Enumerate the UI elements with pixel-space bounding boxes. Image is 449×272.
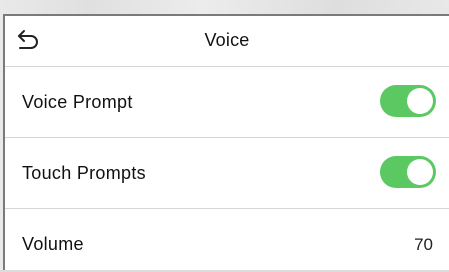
touch-prompts-row[interactable]: Touch Prompts	[5, 137, 449, 209]
device-frame: Voice Voice Prompt Touch Prompts Volume …	[0, 0, 449, 270]
page-title: Voice	[204, 30, 250, 50]
voice-settings-screen: Voice Voice Prompt Touch Prompts Volume …	[3, 14, 449, 270]
volume-value: 70	[414, 235, 433, 254]
header-bar: Voice	[5, 16, 449, 67]
toggle-knob	[407, 88, 433, 114]
volume-label: Volume	[22, 234, 84, 254]
toggle-knob	[407, 159, 433, 185]
voice-prompt-row[interactable]: Voice Prompt	[5, 66, 449, 138]
volume-row[interactable]: Volume 70	[5, 208, 449, 272]
touch-prompts-label: Touch Prompts	[22, 163, 146, 183]
voice-prompt-label: Voice Prompt	[22, 92, 133, 112]
voice-prompt-toggle[interactable]	[380, 85, 436, 117]
touch-prompts-toggle[interactable]	[380, 156, 436, 188]
